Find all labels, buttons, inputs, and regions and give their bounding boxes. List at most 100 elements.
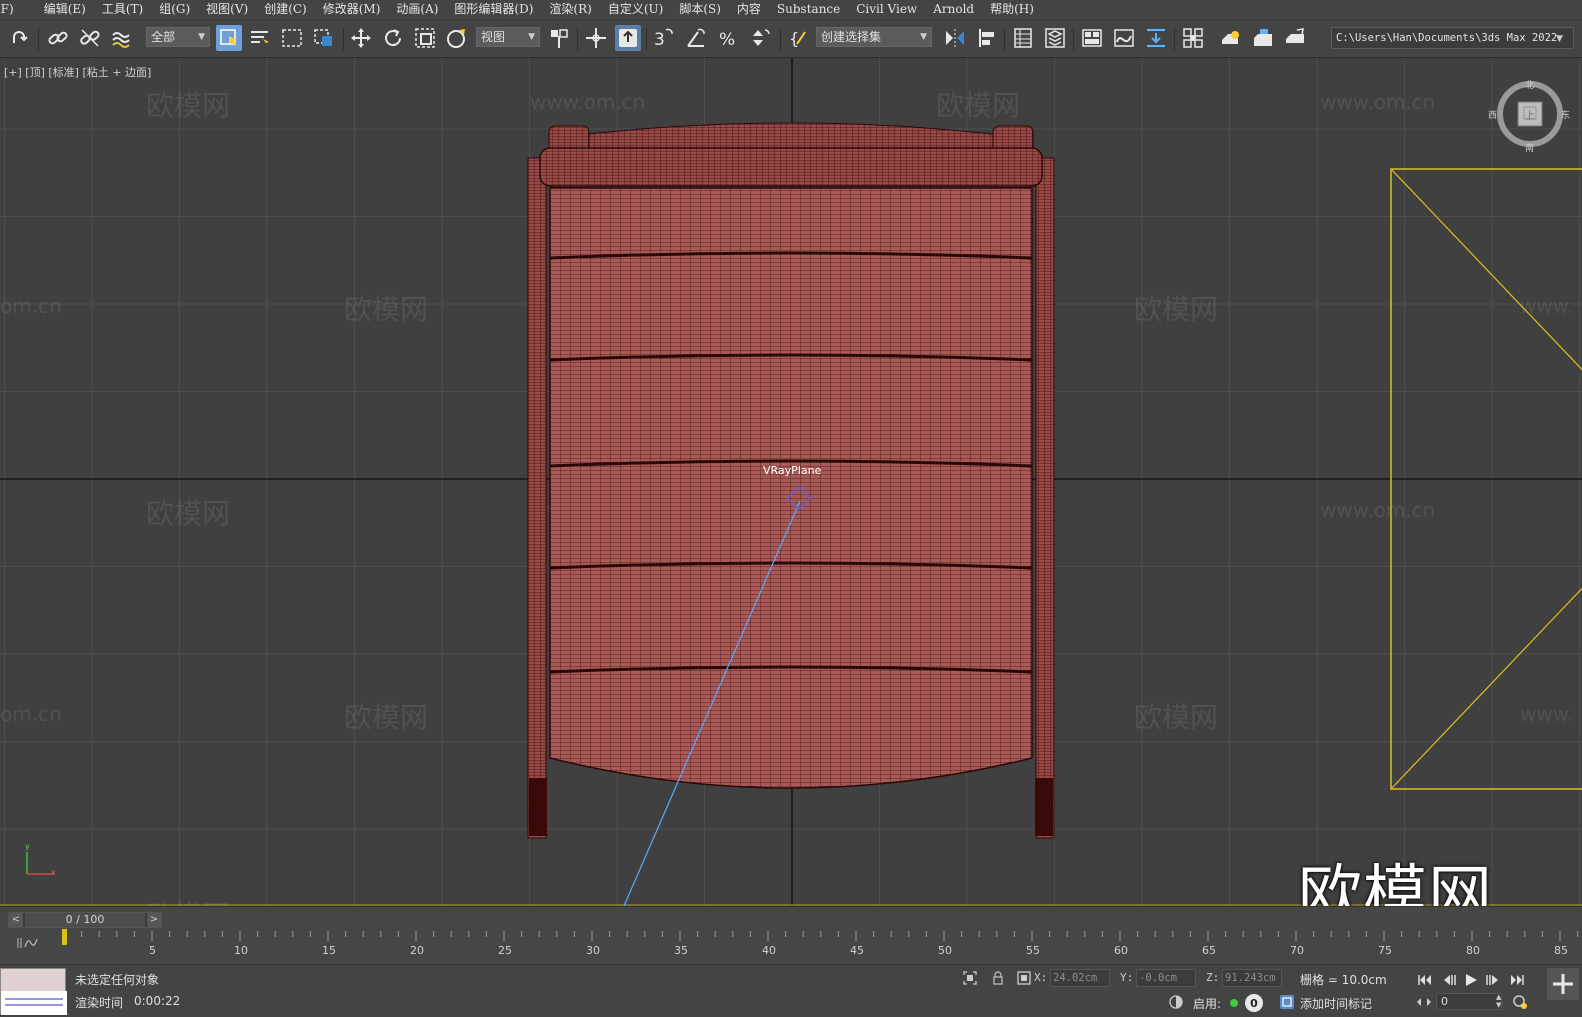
timeline-tick-label: 85: [1554, 944, 1568, 957]
x-coord-field[interactable]: 24.02cm: [1050, 969, 1110, 987]
keyboard-shortcut-override-button[interactable]: [615, 25, 641, 51]
add-time-tag-label[interactable]: 添加时间标记: [1300, 995, 1372, 1012]
menu-item[interactable]: 动画(A): [388, 0, 446, 20]
selection-lock-icon[interactable]: [990, 970, 1006, 986]
grid-size: 栅格 = 10.0cm: [1300, 973, 1387, 987]
percent-snap-button[interactable]: %: [715, 25, 741, 51]
menu-item[interactable]: 修改器(M): [315, 0, 389, 20]
absolute-mode-icon[interactable]: [1016, 970, 1032, 986]
rect-selection-region-button[interactable]: [279, 25, 305, 51]
menu-item[interactable]: 脚本(S): [671, 0, 729, 20]
link-icon[interactable]: [45, 25, 71, 51]
enable-count-badge[interactable]: 0: [1245, 994, 1263, 1012]
go-to-end-button[interactable]: [1508, 973, 1526, 987]
viewcube-east[interactable]: 东: [1561, 108, 1570, 121]
svg-text:%: %: [719, 30, 735, 50]
enable-label: 启用:: [1193, 997, 1222, 1011]
spinner-snap-button[interactable]: [747, 25, 773, 51]
viewcube-top-face[interactable]: 上: [1525, 107, 1535, 122]
maxscript-mini-listener[interactable]: [0, 968, 67, 1015]
curve-editor-button[interactable]: [1111, 25, 1137, 51]
bind-spacewarp-icon[interactable]: [109, 25, 135, 51]
window-crossing-button[interactable]: [311, 25, 337, 51]
time-tag-icon[interactable]: [1279, 994, 1295, 1010]
project-path-field[interactable]: C:\Users\Han\Documents\3ds Max 2022: [1331, 27, 1574, 49]
rotate-tool-button[interactable]: [380, 25, 406, 51]
go-to-start-button[interactable]: [1416, 973, 1434, 987]
toggle-ribbon-button[interactable]: [1079, 25, 1105, 51]
add-viewport-button[interactable]: [1547, 968, 1579, 1000]
menu-item[interactable]: 内容: [729, 0, 769, 20]
menu-item[interactable]: (F): [0, 0, 22, 20]
time-slider[interactable]: < 0 / 100 >: [8, 912, 162, 928]
timeline-cursor[interactable]: [62, 929, 67, 945]
schematic-view-button[interactable]: [1143, 25, 1169, 51]
time-configuration-icon[interactable]: [1512, 994, 1528, 1010]
render-setup-button[interactable]: [1218, 25, 1244, 51]
viewcube-south[interactable]: 南: [1525, 141, 1534, 154]
main-toolbar: 全部 ▼ 视图 ▼ 3 % {创建选择集 ▼ C:\Users\Han\Doc…: [0, 20, 1582, 58]
named-selection-dropdown[interactable]: 创建选择集 ▼: [816, 27, 932, 47]
x-coord-label: X:: [1034, 971, 1048, 984]
z-coord-field[interactable]: 91.243cm: [1222, 969, 1282, 987]
next-frame-button[interactable]: >: [147, 913, 161, 927]
unlink-icon[interactable]: [77, 25, 103, 51]
viewcube[interactable]: 北 南 西 东 上: [1488, 78, 1570, 154]
selection-filter-dropdown[interactable]: 全部 ▼: [146, 27, 210, 47]
placement-tool-button[interactable]: [444, 25, 470, 51]
scale-tool-button[interactable]: [412, 25, 438, 51]
viewcube-west[interactable]: 西: [1488, 108, 1497, 121]
menu-item[interactable]: 视图(V): [198, 0, 256, 20]
timeline-tick-label: 5: [149, 944, 156, 957]
y-coord-field[interactable]: -0.0cm: [1136, 969, 1196, 987]
menu-item[interactable]: 编辑(E): [36, 0, 94, 20]
status-bar: 未选定任何对象 渲染时间 0:00:22 X: 24.02cm Y: -0.0c…: [0, 964, 1582, 1017]
previous-frame-button[interactable]: [1440, 973, 1458, 987]
material-editor-button[interactable]: [1180, 25, 1206, 51]
menu-item[interactable]: 图形编辑器(D): [446, 0, 541, 20]
viewport-label[interactable]: [+] [顶] [标准] [粘土 + 边面]: [4, 64, 151, 80]
menu-item[interactable]: Arnold: [925, 0, 982, 20]
move-tool-button[interactable]: [348, 25, 374, 51]
prev-frame-button[interactable]: <: [9, 913, 23, 927]
frame-spinner-arrows[interactable]: ▲ ▼: [1496, 993, 1501, 1009]
edit-named-selection-button[interactable]: {: [786, 25, 812, 51]
menu-item[interactable]: 帮助(H): [982, 0, 1042, 20]
mini-curve-editor-button[interactable]: [14, 935, 44, 951]
project-path-dropdown-arrow[interactable]: ▼: [1556, 34, 1563, 44]
scene-explorer-button[interactable]: [1010, 25, 1036, 51]
top-viewport[interactable]: 欧模网 www.om.cn 欧模网 www.om.cn om.cn 欧模网 ww…: [0, 58, 1582, 906]
adaptive-degradation-icon[interactable]: [1168, 994, 1184, 1010]
menu-item[interactable]: 渲染(R): [541, 0, 599, 20]
next-frame-button-playback[interactable]: [1484, 973, 1502, 987]
render-production-button[interactable]: [1282, 25, 1308, 51]
key-mode-icon[interactable]: [1416, 994, 1432, 1010]
menu-item[interactable]: 自定义(U): [600, 0, 671, 20]
menu-item[interactable]: Civil View: [848, 0, 925, 20]
select-by-name-button[interactable]: [247, 25, 273, 51]
menu-item[interactable]: 创建(C): [256, 0, 315, 20]
menu-item[interactable]: 组(G): [151, 0, 198, 20]
select-object-button[interactable]: [216, 25, 242, 51]
menu-item[interactable]: Substance: [769, 0, 848, 20]
select-manipulate-button[interactable]: [583, 25, 609, 51]
pivot-center-button[interactable]: [546, 25, 572, 51]
align-button[interactable]: [974, 25, 1000, 51]
current-frame-spinner[interactable]: 0: [1436, 993, 1502, 1010]
angle-snap-button[interactable]: [683, 25, 709, 51]
isolate-selection-icon[interactable]: [962, 970, 978, 986]
menu-item[interactable]: 工具(T): [94, 0, 151, 20]
layer-explorer-button[interactable]: [1042, 25, 1068, 51]
reference-coord-dropdown[interactable]: 视图 ▼: [476, 27, 540, 47]
watermark-logo-large: 欧模网: [1298, 859, 1493, 906]
viewcube-north[interactable]: 北: [1525, 78, 1534, 91]
timeline-track[interactable]: 5 10 15 20 25 30 35 40 45 50 55 60 65 70 75 80 85: [58, 929, 1582, 963]
snap-3d-button[interactable]: 3: [651, 25, 677, 51]
timeline-tick-label: 30: [586, 944, 600, 957]
rendered-frame-window-button[interactable]: [1250, 25, 1276, 51]
play-button[interactable]: [1462, 973, 1480, 987]
frame-display[interactable]: 0 / 100: [25, 913, 145, 927]
redo-button[interactable]: [6, 25, 32, 51]
chair-model[interactable]: [0, 58, 1582, 906]
mirror-button[interactable]: [942, 25, 968, 51]
